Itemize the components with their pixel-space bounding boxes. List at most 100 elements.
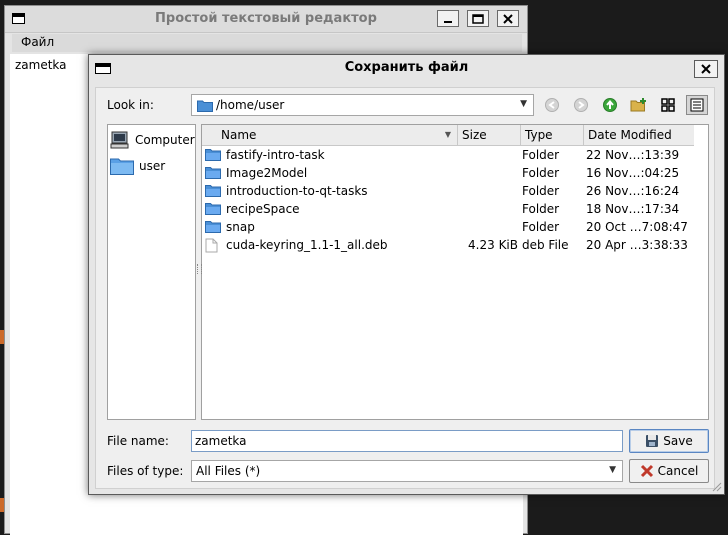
new-folder-button[interactable]: [628, 95, 650, 115]
folder-icon: [205, 167, 221, 179]
folder-icon: [197, 100, 213, 112]
file-name: fastify-intro-task: [226, 148, 325, 162]
list-view-button[interactable]: [657, 95, 679, 115]
file-row[interactable]: fastify-intro-task Folder 22 Nov…:13:39: [202, 146, 694, 164]
file-name-label: File name:: [107, 434, 169, 448]
column-header-date[interactable]: Date Modified: [584, 125, 694, 145]
file-size: [458, 182, 518, 200]
close-icon: [701, 64, 711, 74]
files-of-type-label: Files of type:: [107, 464, 184, 478]
cancel-button[interactable]: Cancel: [629, 459, 709, 483]
save-button-label: Save: [663, 434, 693, 448]
folder-icon: [205, 149, 221, 161]
file-list-header: Name ▼ Size Type Date Modified: [202, 125, 694, 146]
column-header-type[interactable]: Type: [521, 125, 584, 145]
column-header-label: Size: [462, 128, 487, 142]
column-header-size[interactable]: Size: [458, 125, 521, 145]
sort-indicator-icon: ▼: [444, 130, 451, 139]
computer-icon: [110, 131, 129, 149]
file-type: Folder: [522, 148, 560, 162]
places-sidebar: Computer user: [107, 124, 196, 420]
column-header-label: Type: [525, 128, 553, 142]
new-folder-icon: [630, 98, 646, 112]
dialog-close-button[interactable]: [694, 60, 718, 78]
file-size: [458, 200, 518, 218]
file-date: 20 Apr …3:38:33: [586, 238, 688, 252]
file-row[interactable]: recipeSpace Folder 18 Nov…:17:34: [202, 200, 694, 218]
look-in-path: /home/user: [216, 98, 285, 112]
file-type: Folder: [522, 202, 560, 216]
detail-view-button[interactable]: [686, 95, 708, 115]
cancel-icon: [640, 464, 653, 478]
minimize-icon: [444, 20, 452, 23]
file-name: recipeSpace: [226, 202, 300, 216]
resize-grip-icon[interactable]: [712, 482, 722, 492]
files-of-type-value: All Files (*): [196, 464, 261, 478]
file-name: snap: [226, 220, 255, 234]
file-date: 16 Nov…:04:25: [586, 166, 680, 180]
list-view-icon: [661, 98, 675, 112]
file-list[interactable]: Name ▼ Size Type Date Modified fastify-i…: [197, 124, 709, 420]
parent-directory-button[interactable]: [599, 95, 621, 115]
chevron-down-icon: ▼: [520, 99, 527, 109]
column-header-name[interactable]: Name ▼: [202, 125, 458, 145]
file-row[interactable]: cuda-keyring_1.1-1_all.deb 4.23 KiB deb Fi…: [202, 236, 694, 254]
file-row[interactable]: Image2Model Folder 16 Nov…:04:25: [202, 164, 694, 182]
file-date: 22 Nov…:13:39: [586, 148, 680, 162]
dialog-title: Сохранить файл: [344, 60, 469, 75]
sidebar-item-label: Computer: [135, 133, 195, 147]
sidebar-item-label: user: [139, 159, 166, 173]
menu-file[interactable]: Файл: [21, 35, 54, 49]
back-button[interactable]: [541, 95, 563, 115]
file-icon: [205, 238, 218, 253]
chevron-down-icon: ▼: [609, 465, 616, 475]
folder-icon: [110, 158, 134, 175]
column-header-label: Name: [221, 128, 257, 142]
dialog-titlebar: Сохранить файл: [89, 55, 724, 82]
save-file-dialog: Сохранить файл Look in: /home/user ▼ Com…: [88, 54, 725, 495]
file-name: Image2Model: [226, 166, 308, 180]
file-date: 18 Nov…:17:34: [586, 202, 680, 216]
sidebar-item-computer[interactable]: Computer: [110, 130, 195, 150]
minimize-button[interactable]: [437, 10, 459, 27]
detail-view-icon: [690, 98, 704, 112]
look-in-label: Look in:: [107, 98, 154, 112]
save-button[interactable]: Save: [629, 429, 709, 453]
folder-icon: [205, 221, 221, 233]
file-size: 4.23 KiB: [468, 238, 518, 252]
floppy-disk-icon: [646, 435, 659, 447]
splitter-handle[interactable]: [197, 264, 202, 274]
file-type: deb File: [522, 238, 569, 252]
parent-dir-icon: [603, 98, 617, 112]
editor-titlebar: Простой текстовый редактор: [5, 6, 527, 33]
file-size: [458, 164, 518, 182]
file-name-input[interactable]: [191, 430, 623, 452]
dialog-body: Look in: /home/user ▼ Computer user Name…: [95, 87, 715, 489]
file-type: Folder: [522, 220, 560, 234]
column-header-label: Date Modified: [588, 128, 672, 142]
maximize-button[interactable]: [467, 10, 489, 27]
file-row[interactable]: snap Folder 20 Oct …7:08:47: [202, 218, 694, 236]
folder-icon: [205, 185, 221, 197]
folder-icon: [205, 203, 221, 215]
menubar: Файл: [12, 34, 522, 52]
file-size: [458, 218, 518, 236]
files-of-type-combo[interactable]: All Files (*) ▼: [191, 460, 623, 482]
file-name: cuda-keyring_1.1-1_all.deb: [226, 238, 388, 252]
editor-text: zametka: [15, 58, 67, 72]
cancel-button-label: Cancel: [657, 464, 699, 478]
forward-arrow-icon: [574, 98, 588, 112]
file-name: introduction-to-qt-tasks: [226, 184, 368, 198]
close-icon: [503, 13, 513, 24]
close-button[interactable]: [497, 10, 519, 27]
file-date: 20 Oct …7:08:47: [586, 220, 688, 234]
look-in-combo[interactable]: /home/user ▼: [191, 94, 534, 116]
file-size: [458, 146, 518, 164]
forward-button[interactable]: [570, 95, 592, 115]
file-type: Folder: [522, 184, 560, 198]
file-type: Folder: [522, 166, 560, 180]
back-arrow-icon: [545, 98, 559, 112]
file-date: 26 Nov…:16:24: [586, 184, 680, 198]
file-row[interactable]: introduction-to-qt-tasks Folder 26 Nov…:16…: [202, 182, 694, 200]
sidebar-item-user[interactable]: user: [110, 156, 165, 176]
